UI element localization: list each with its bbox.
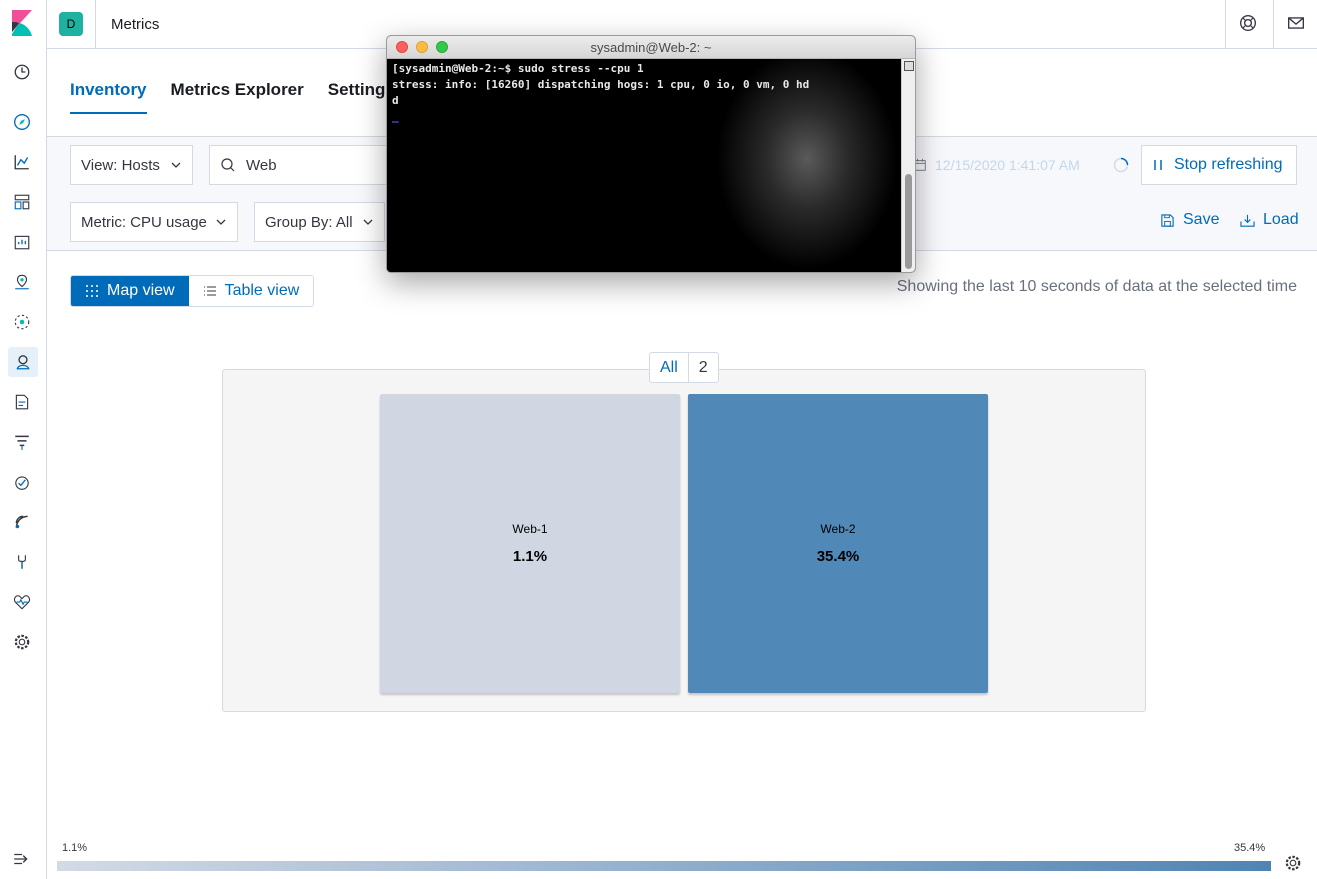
- siem-icon[interactable]: [12, 512, 32, 532]
- left-nav: [0, 0, 47, 879]
- waffle-map: [222, 369, 1146, 712]
- save-button[interactable]: Save: [1160, 211, 1219, 229]
- pause-icon: [1154, 160, 1162, 170]
- tab-metrics-explorer[interactable]: Metrics Explorer: [171, 80, 304, 114]
- terminal-title: sysadmin@Web-2: ~: [590, 39, 712, 55]
- logs-icon[interactable]: [12, 392, 32, 412]
- management-gear-icon[interactable]: [12, 632, 32, 652]
- load-label: Load: [1263, 211, 1299, 228]
- chevron-down-icon: [171, 162, 181, 168]
- space-avatar[interactable]: D: [59, 12, 83, 36]
- visualize-icon[interactable]: [12, 152, 32, 172]
- kibana-logo[interactable]: [10, 10, 34, 36]
- page-tabs: Inventory Metrics Explorer Settings: [70, 80, 395, 114]
- loading-spinner-icon: [1113, 157, 1129, 173]
- canvas-icon[interactable]: [12, 232, 32, 252]
- search-input[interactable]: Web: [209, 145, 399, 185]
- legend-gradient: [57, 861, 1271, 871]
- apm-icon[interactable]: [12, 432, 32, 452]
- view-toggle: Map view Table view: [70, 275, 315, 307]
- view-select[interactable]: View: Hosts: [70, 145, 193, 185]
- host-node-web-2[interactable]: Web-2 35.4%: [688, 394, 988, 693]
- map-view-label: Map view: [107, 282, 175, 299]
- host-node-web-1[interactable]: Web-1 1.1%: [380, 394, 680, 693]
- terminal-line: [sysadmin@Web-2:~$ sudo stress --cpu 1: [392, 62, 644, 75]
- zoom-window-button[interactable]: [436, 41, 448, 53]
- grid-dots-icon: [86, 285, 98, 297]
- terminal-scrollbar[interactable]: [901, 59, 915, 272]
- node-value: 1.1%: [512, 548, 548, 565]
- map-view-button[interactable]: Map view: [71, 276, 189, 306]
- ml-icon[interactable]: [12, 312, 32, 332]
- app-title: Metrics: [111, 16, 160, 33]
- monitoring-icon[interactable]: [12, 592, 32, 612]
- metric-select[interactable]: Metric: CPU usage: [70, 202, 238, 242]
- terminal-titlebar[interactable]: sysadmin@Web-2: ~: [387, 36, 915, 59]
- compass-icon[interactable]: [12, 112, 32, 132]
- chevron-down-icon: [363, 219, 373, 225]
- maps-icon[interactable]: [12, 272, 32, 292]
- clock-icon[interactable]: [12, 62, 32, 82]
- metric-select-label: Metric: CPU usage: [81, 213, 207, 231]
- date-picker[interactable]: 12/15/2020 1:41:07 AM: [905, 145, 1141, 185]
- header-divider: [95, 0, 96, 48]
- mail-icon[interactable]: [1287, 14, 1307, 34]
- group-count: 2: [698, 359, 708, 376]
- group-by-select[interactable]: Group By: All: [254, 202, 385, 242]
- terminal-cursor: _: [392, 110, 399, 123]
- scrollbar-thumb[interactable]: [905, 174, 912, 269]
- group-by-select-label: Group By: All: [265, 213, 353, 231]
- tab-inventory[interactable]: Inventory: [70, 80, 147, 114]
- node-value: 35.4%: [816, 548, 860, 565]
- dev-tools-icon[interactable]: [12, 552, 32, 572]
- showing-text: Showing the last 10 seconds of data at t…: [896, 278, 1297, 295]
- list-icon: [203, 286, 216, 296]
- metrics-icon[interactable]: [8, 347, 38, 377]
- help-icon[interactable]: [1239, 14, 1259, 34]
- header-divider-right: [1225, 0, 1226, 48]
- search-icon: [221, 158, 235, 172]
- group-name[interactable]: All: [650, 353, 689, 382]
- table-view-button[interactable]: Table view: [188, 276, 314, 306]
- table-view-label: Table view: [224, 282, 300, 299]
- header-divider-right-2: [1273, 0, 1274, 48]
- terminal-output[interactable]: [sysadmin@Web-2:~$ sudo stress --cpu 1 s…: [387, 59, 902, 272]
- load-button[interactable]: Load: [1240, 211, 1299, 229]
- group-pill[interactable]: All 2: [649, 352, 719, 383]
- gear-icon[interactable]: [1284, 854, 1302, 872]
- date-value: 12/15/2020 1:41:07 AM: [935, 157, 1080, 173]
- minimize-window-button[interactable]: [416, 41, 428, 53]
- chevron-down-icon: [216, 219, 226, 225]
- terminal-window[interactable]: sysadmin@Web-2: ~ [sysadmin@Web-2:~$ sud…: [386, 35, 916, 273]
- uptime-icon[interactable]: [12, 472, 32, 492]
- terminal-line: stress: info: [16260] dispatching hogs: …: [392, 78, 810, 91]
- node-name: Web-1: [512, 522, 548, 536]
- dashboard-icon[interactable]: [12, 192, 32, 212]
- node-name: Web-2: [820, 522, 856, 536]
- search-value: Web: [246, 156, 277, 174]
- collapse-nav-icon[interactable]: [12, 850, 32, 870]
- stop-refreshing-label: Stop refreshing: [1174, 156, 1283, 173]
- terminal-line: d: [392, 94, 399, 107]
- close-window-button[interactable]: [396, 41, 408, 53]
- stop-refreshing-button[interactable]: Stop refreshing: [1141, 145, 1297, 185]
- view-select-label: View: Hosts: [81, 156, 160, 174]
- save-icon: [1161, 213, 1174, 227]
- legend-min: 1.1%: [62, 842, 88, 854]
- load-icon: [1240, 214, 1255, 227]
- tab-settings[interactable]: Settings: [328, 80, 395, 114]
- scroll-split-icon[interactable]: [904, 61, 914, 71]
- legend-max: 35.4%: [1234, 842, 1266, 854]
- save-label: Save: [1183, 211, 1220, 228]
